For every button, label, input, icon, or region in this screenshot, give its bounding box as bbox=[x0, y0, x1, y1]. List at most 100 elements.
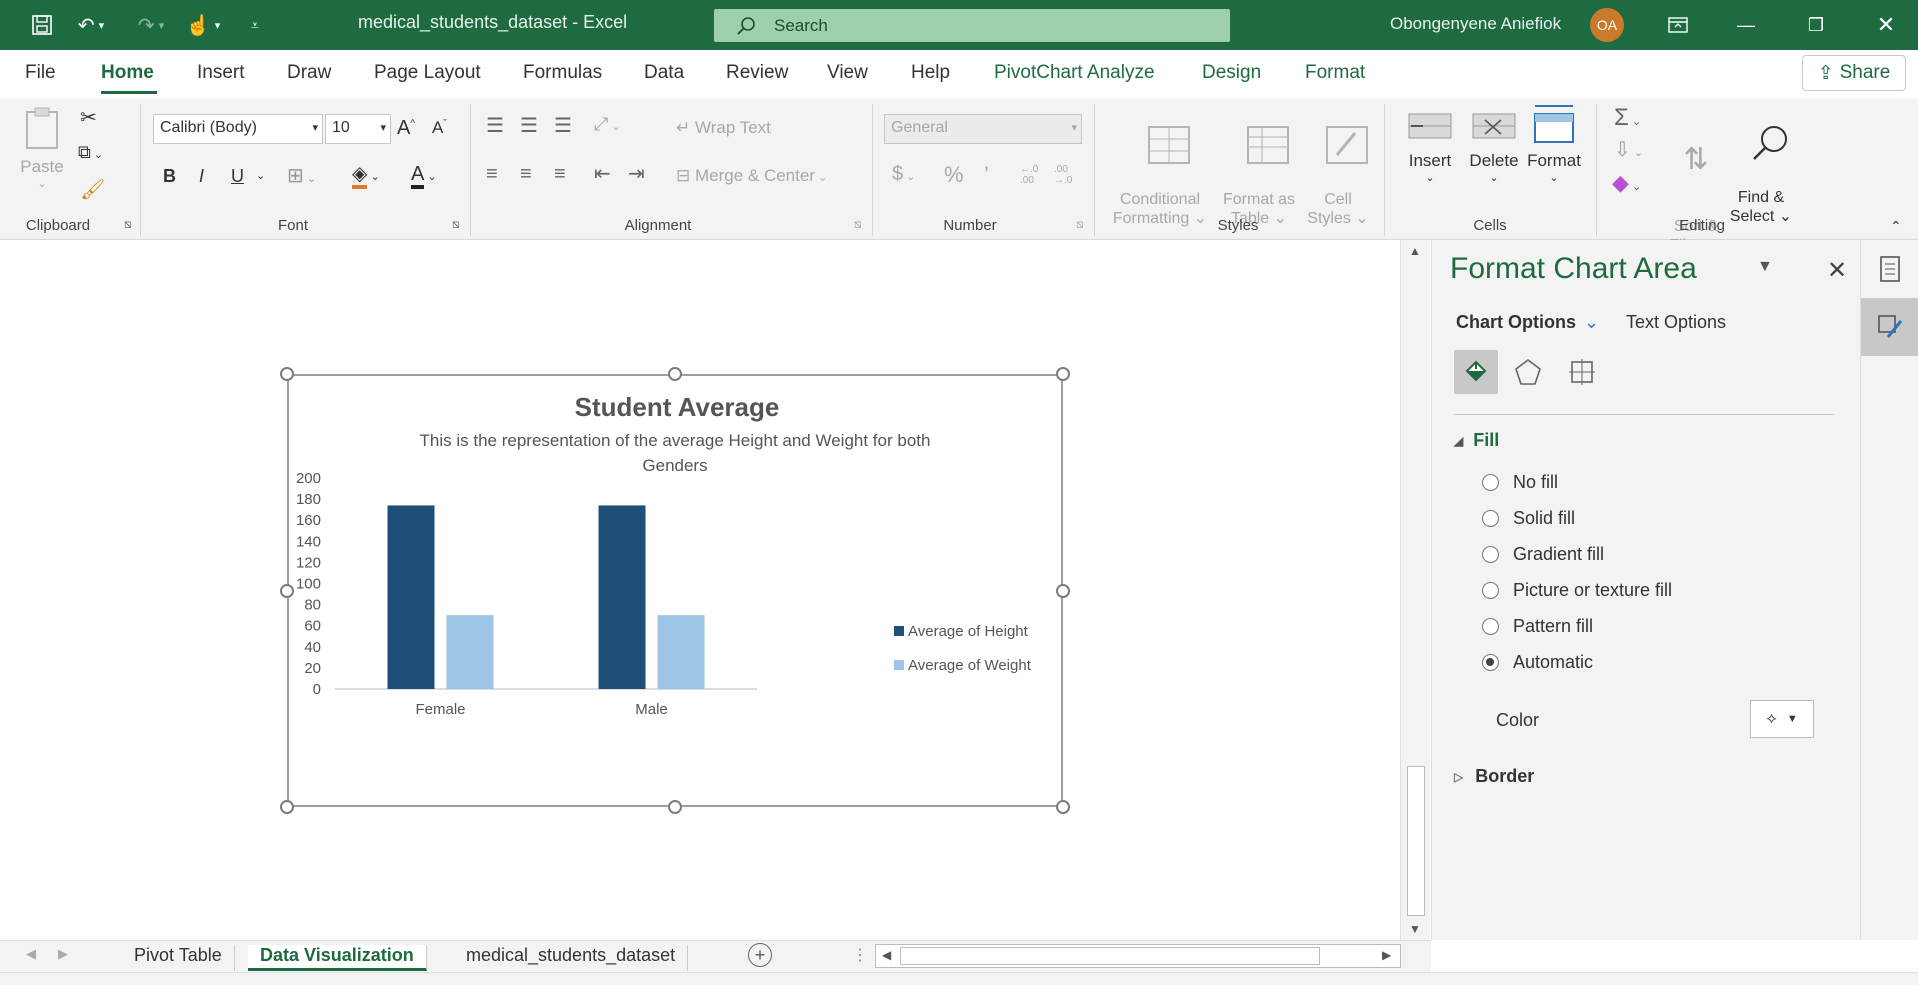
restore-icon[interactable]: ❐ bbox=[1786, 0, 1846, 50]
fill-line-icon[interactable] bbox=[1454, 350, 1498, 394]
resize-handle[interactable] bbox=[280, 800, 294, 814]
currency-button[interactable]: $ ⌄ bbox=[892, 162, 915, 186]
font-color-icon[interactable]: A ⌄ bbox=[411, 162, 437, 189]
number-launcher-icon[interactable]: ⧅ bbox=[1076, 217, 1084, 231]
format-painter-icon[interactable]: 🖌 bbox=[80, 178, 105, 202]
collapse-ribbon-icon[interactable]: ⌃ bbox=[1890, 218, 1902, 235]
fill-color-icon[interactable]: ◈ ⌄ bbox=[352, 162, 380, 189]
next-sheet-icon[interactable]: ▶ bbox=[58, 946, 68, 962]
resize-handle[interactable] bbox=[280, 584, 294, 598]
touch-mode-icon[interactable]: ☝ ▾ bbox=[180, 0, 226, 50]
scroll-down-icon[interactable]: ▼ bbox=[1409, 922, 1421, 936]
font-launcher-icon[interactable]: ⧅ bbox=[452, 217, 460, 231]
tab-help[interactable]: Help bbox=[911, 62, 950, 84]
top-align-icon[interactable]: ☰ bbox=[486, 114, 504, 138]
decrease-decimal-button[interactable]: .00 →.0 bbox=[1054, 164, 1072, 186]
radio-automatic[interactable]: Automatic bbox=[1482, 652, 1593, 673]
undo-icon[interactable]: ↶ ▾ bbox=[68, 0, 114, 50]
radio-solid-fill[interactable]: Solid fill bbox=[1482, 508, 1575, 529]
tab-insert[interactable]: Insert bbox=[197, 62, 245, 84]
tab-design[interactable]: Design bbox=[1202, 62, 1261, 84]
radio-button[interactable] bbox=[1482, 618, 1499, 635]
radio-button-selected[interactable] bbox=[1482, 654, 1499, 671]
minimize-icon[interactable]: — bbox=[1716, 0, 1776, 50]
radio-gradient-fill[interactable]: Gradient fill bbox=[1482, 544, 1604, 565]
sheet-tab-medical-students-dataset[interactable]: medical_students_dataset bbox=[454, 945, 689, 971]
border-section-header[interactable]: ▷ Border bbox=[1454, 766, 1534, 787]
search-box[interactable]: Search bbox=[714, 9, 1230, 42]
resize-handle[interactable] bbox=[1056, 367, 1070, 381]
horizontal-scrollbar[interactable]: ◀ ▶ bbox=[875, 944, 1401, 968]
clear-icon[interactable]: ◆ ⌄ bbox=[1612, 170, 1641, 196]
resize-handle[interactable] bbox=[280, 367, 294, 381]
customize-qat-icon[interactable]: ⩡ bbox=[240, 0, 270, 50]
tab-view[interactable]: View bbox=[827, 62, 868, 84]
chart-legend[interactable]: Average of Height Average of Weight bbox=[894, 614, 1031, 682]
font-size-select[interactable]: 10 ▾ bbox=[325, 114, 391, 144]
add-sheet-icon[interactable]: + bbox=[748, 943, 772, 967]
scroll-right-icon[interactable]: ▶ bbox=[1382, 948, 1391, 962]
increase-indent-icon[interactable]: ⇥ bbox=[628, 162, 645, 186]
align-right-icon[interactable]: ≡ bbox=[554, 162, 566, 186]
insert-cells-button[interactable]: Insert ⌄ bbox=[1402, 106, 1458, 185]
prev-sheet-icon[interactable]: ◀ bbox=[26, 946, 36, 962]
copy-icon[interactable]: ⧉ ⌄ bbox=[78, 142, 103, 164]
tab-data[interactable]: Data bbox=[644, 62, 684, 84]
comma-button[interactable]: ’ bbox=[984, 162, 989, 188]
align-center-icon[interactable]: ≡ bbox=[520, 162, 532, 186]
clipboard-launcher-icon[interactable]: ⧅ bbox=[124, 217, 132, 231]
resize-handle[interactable] bbox=[1056, 800, 1070, 814]
autosum-icon[interactable]: Σ ⌄ bbox=[1614, 104, 1641, 133]
increase-decimal-button[interactable]: ←.0 .00 bbox=[1020, 164, 1038, 186]
sheet-tab-pivot-table[interactable]: Pivot Table bbox=[122, 945, 235, 971]
scroll-up-icon[interactable]: ▲ bbox=[1409, 244, 1421, 258]
chart-area[interactable]: Student Average This is the representati… bbox=[287, 374, 1063, 807]
effects-icon[interactable] bbox=[1506, 350, 1550, 394]
fill-icon[interactable]: ⇩ ⌄ bbox=[1614, 138, 1643, 162]
vertical-scrollbar[interactable]: ▲ ▼ bbox=[1400, 240, 1430, 940]
number-format-select[interactable]: General ▾ bbox=[884, 114, 1082, 144]
align-left-icon[interactable]: ≡ bbox=[486, 162, 498, 186]
font-name-select[interactable]: Calibri (Body) ▾ bbox=[153, 114, 323, 144]
decrease-font-size-icon[interactable]: Aˇ bbox=[432, 118, 447, 138]
close-pane-icon[interactable]: ✕ bbox=[1827, 256, 1847, 285]
radio-button[interactable] bbox=[1482, 510, 1499, 527]
tab-formulas[interactable]: Formulas bbox=[523, 62, 602, 84]
orientation-icon[interactable]: ⤢ ⌄ bbox=[594, 114, 621, 136]
merge-center-button[interactable]: ⊟ Merge & Center ⌄ bbox=[676, 166, 827, 186]
pane-options-icon[interactable]: ▼ bbox=[1757, 258, 1773, 276]
scroll-left-icon[interactable]: ◀ bbox=[882, 948, 891, 962]
avatar[interactable]: OA bbox=[1590, 8, 1624, 42]
radio-button[interactable] bbox=[1482, 546, 1499, 563]
user-name[interactable]: Obongenyene Aniefiok bbox=[1390, 14, 1561, 34]
close-icon[interactable]: ✕ bbox=[1856, 0, 1916, 50]
bar-average-of-weight-male[interactable] bbox=[657, 615, 705, 689]
plot-area[interactable]: 0 20 40 60 80 100 120 140 160 180 200 Female Male bbox=[289, 376, 1065, 809]
sheet-tab-data-visualization[interactable]: Data Visualization bbox=[248, 945, 427, 971]
size-properties-icon[interactable] bbox=[1560, 350, 1604, 394]
paste-button[interactable]: Paste ⌄ bbox=[18, 106, 66, 191]
radio-button[interactable] bbox=[1482, 474, 1499, 491]
save-icon[interactable] bbox=[22, 0, 62, 50]
bottom-align-icon[interactable]: ☰ bbox=[554, 114, 572, 138]
tab-format[interactable]: Format bbox=[1305, 62, 1365, 84]
scroll-thumb[interactable] bbox=[1407, 766, 1425, 916]
tab-file[interactable]: File bbox=[25, 62, 56, 84]
tab-chart-options[interactable]: Chart Options ⌄ bbox=[1456, 312, 1599, 333]
increase-font-size-icon[interactable]: A^ bbox=[397, 116, 415, 140]
redo-icon[interactable]: ↷ ▾ bbox=[128, 0, 174, 50]
format-cells-button[interactable]: Format ⌄ bbox=[1524, 102, 1584, 185]
properties-icon[interactable] bbox=[1861, 240, 1918, 298]
radio-picture-texture-fill[interactable]: Picture or texture fill bbox=[1482, 580, 1672, 601]
cut-icon[interactable]: ✂ bbox=[80, 106, 97, 130]
delete-cells-button[interactable]: Delete ⌄ bbox=[1464, 106, 1524, 185]
splitter-handle-icon[interactable]: ⋮ bbox=[852, 945, 868, 965]
bold-button[interactable]: B bbox=[163, 166, 176, 188]
fill-section-header[interactable]: ◢ Fill bbox=[1454, 430, 1499, 451]
tab-home[interactable]: Home bbox=[101, 62, 154, 84]
decrease-indent-icon[interactable]: ⇤ bbox=[594, 162, 611, 186]
radio-pattern-fill[interactable]: Pattern fill bbox=[1482, 616, 1593, 637]
ribbon-display-options-icon[interactable] bbox=[1648, 0, 1708, 50]
radio-button[interactable] bbox=[1482, 582, 1499, 599]
bar-average-of-height-female[interactable] bbox=[387, 505, 435, 689]
